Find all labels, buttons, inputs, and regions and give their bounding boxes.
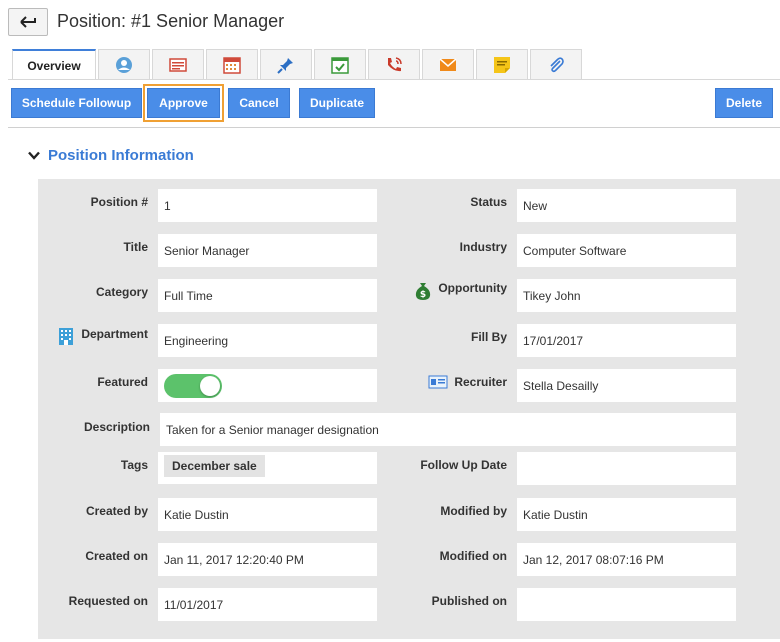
requested-on-label: Requested on xyxy=(68,594,148,608)
tags-value: December sale xyxy=(158,452,377,484)
chevron-down-icon[interactable] xyxy=(28,151,40,160)
position-number-label: Position # xyxy=(90,195,148,209)
page-title: Position: #1 Senior Manager xyxy=(57,11,285,31)
toolbar-divider xyxy=(8,127,780,128)
created-by-label: Created by xyxy=(85,504,148,518)
description-label: Description xyxy=(83,420,150,434)
task-icon xyxy=(331,57,349,74)
follow-up-date-value xyxy=(517,452,736,485)
category-value: Full Time xyxy=(158,279,377,312)
follow-up-date-label: Follow Up Date xyxy=(420,458,507,472)
tab-emails[interactable] xyxy=(422,49,474,80)
title-value: Senior Manager xyxy=(158,234,377,267)
department-label-group: Department xyxy=(40,323,148,356)
tab-invoices[interactable] xyxy=(152,49,204,80)
id-card-icon xyxy=(428,375,448,389)
back-arrow-icon xyxy=(20,16,36,28)
title-label: Title xyxy=(123,240,148,254)
recruiter-label-group: Recruiter xyxy=(390,368,507,401)
tab-notes[interactable] xyxy=(476,49,528,80)
description-value: Taken for a Senior manager designation xyxy=(160,413,736,446)
industry-value: Computer Software xyxy=(517,234,736,267)
requested-on-value: 11/01/2017 xyxy=(158,588,377,621)
delete-button[interactable]: Delete xyxy=(715,88,773,118)
created-by-value: Katie Dustin xyxy=(158,498,377,531)
tags-label: Tags xyxy=(120,458,148,472)
invoice-icon xyxy=(169,58,187,72)
status-value: New xyxy=(517,189,736,222)
tab-contacts[interactable] xyxy=(98,49,150,80)
tab-tasks[interactable] xyxy=(314,49,366,80)
fill-by-label: Fill By xyxy=(470,330,507,344)
tag-chip[interactable]: December sale xyxy=(164,455,265,477)
tab-calls[interactable] xyxy=(368,49,420,80)
created-on-value: Jan 11, 2017 12:20:40 PM xyxy=(158,543,377,576)
tab-bar: Overview xyxy=(12,49,584,80)
department-value: Engineering xyxy=(158,324,377,357)
opportunity-label: Opportunity xyxy=(438,281,507,295)
modified-by-label: Modified by xyxy=(440,504,507,518)
industry-label: Industry xyxy=(459,240,507,254)
opportunity-value[interactable]: Tikey John xyxy=(517,279,736,312)
featured-toggle[interactable] xyxy=(164,373,222,398)
call-icon xyxy=(388,57,402,72)
recruiter-value[interactable]: Stella Desailly xyxy=(517,369,736,402)
tab-pins[interactable] xyxy=(260,49,312,80)
tab-attachments[interactable] xyxy=(530,49,582,80)
created-on-label: Created on xyxy=(85,549,148,563)
back-button[interactable] xyxy=(8,8,48,36)
building-icon xyxy=(59,328,74,345)
approve-button[interactable]: Approve xyxy=(143,84,224,122)
modified-on-label: Modified on xyxy=(439,549,507,563)
pin-icon xyxy=(277,58,293,74)
featured-label: Featured xyxy=(97,375,148,389)
published-on-value xyxy=(517,588,736,621)
svg-text:$: $ xyxy=(420,290,426,300)
section-title: Position Information xyxy=(48,147,194,164)
published-on-label: Published on xyxy=(431,594,507,608)
department-label: Department xyxy=(81,327,148,341)
status-label: Status xyxy=(470,195,507,209)
money-bag-icon: $ xyxy=(416,283,431,300)
modified-by-value: Katie Dustin xyxy=(517,498,736,531)
toggle-knob xyxy=(200,375,220,396)
recruiter-label: Recruiter xyxy=(454,375,507,389)
note-icon xyxy=(494,57,510,73)
duplicate-button[interactable]: Duplicate xyxy=(299,88,375,118)
category-label: Category xyxy=(95,285,148,299)
schedule-followup-button[interactable]: Schedule Followup xyxy=(11,88,142,118)
position-number-value: 1 xyxy=(158,189,377,222)
attachment-icon xyxy=(550,57,564,73)
section-header[interactable]: Position Information xyxy=(28,147,194,164)
featured-value xyxy=(158,369,377,402)
email-icon xyxy=(439,58,457,71)
tab-calendar[interactable] xyxy=(206,49,258,80)
tabs-divider xyxy=(8,79,780,80)
cancel-button[interactable]: Cancel xyxy=(228,88,290,118)
modified-on-value: Jan 12, 2017 08:07:16 PM xyxy=(517,543,736,576)
fill-by-value: 17/01/2017 xyxy=(517,324,736,357)
opportunity-label-group: $ Opportunity xyxy=(390,278,507,311)
tab-overview[interactable]: Overview xyxy=(12,49,96,80)
calendar-icon xyxy=(223,57,241,74)
contacts-icon xyxy=(116,57,132,73)
